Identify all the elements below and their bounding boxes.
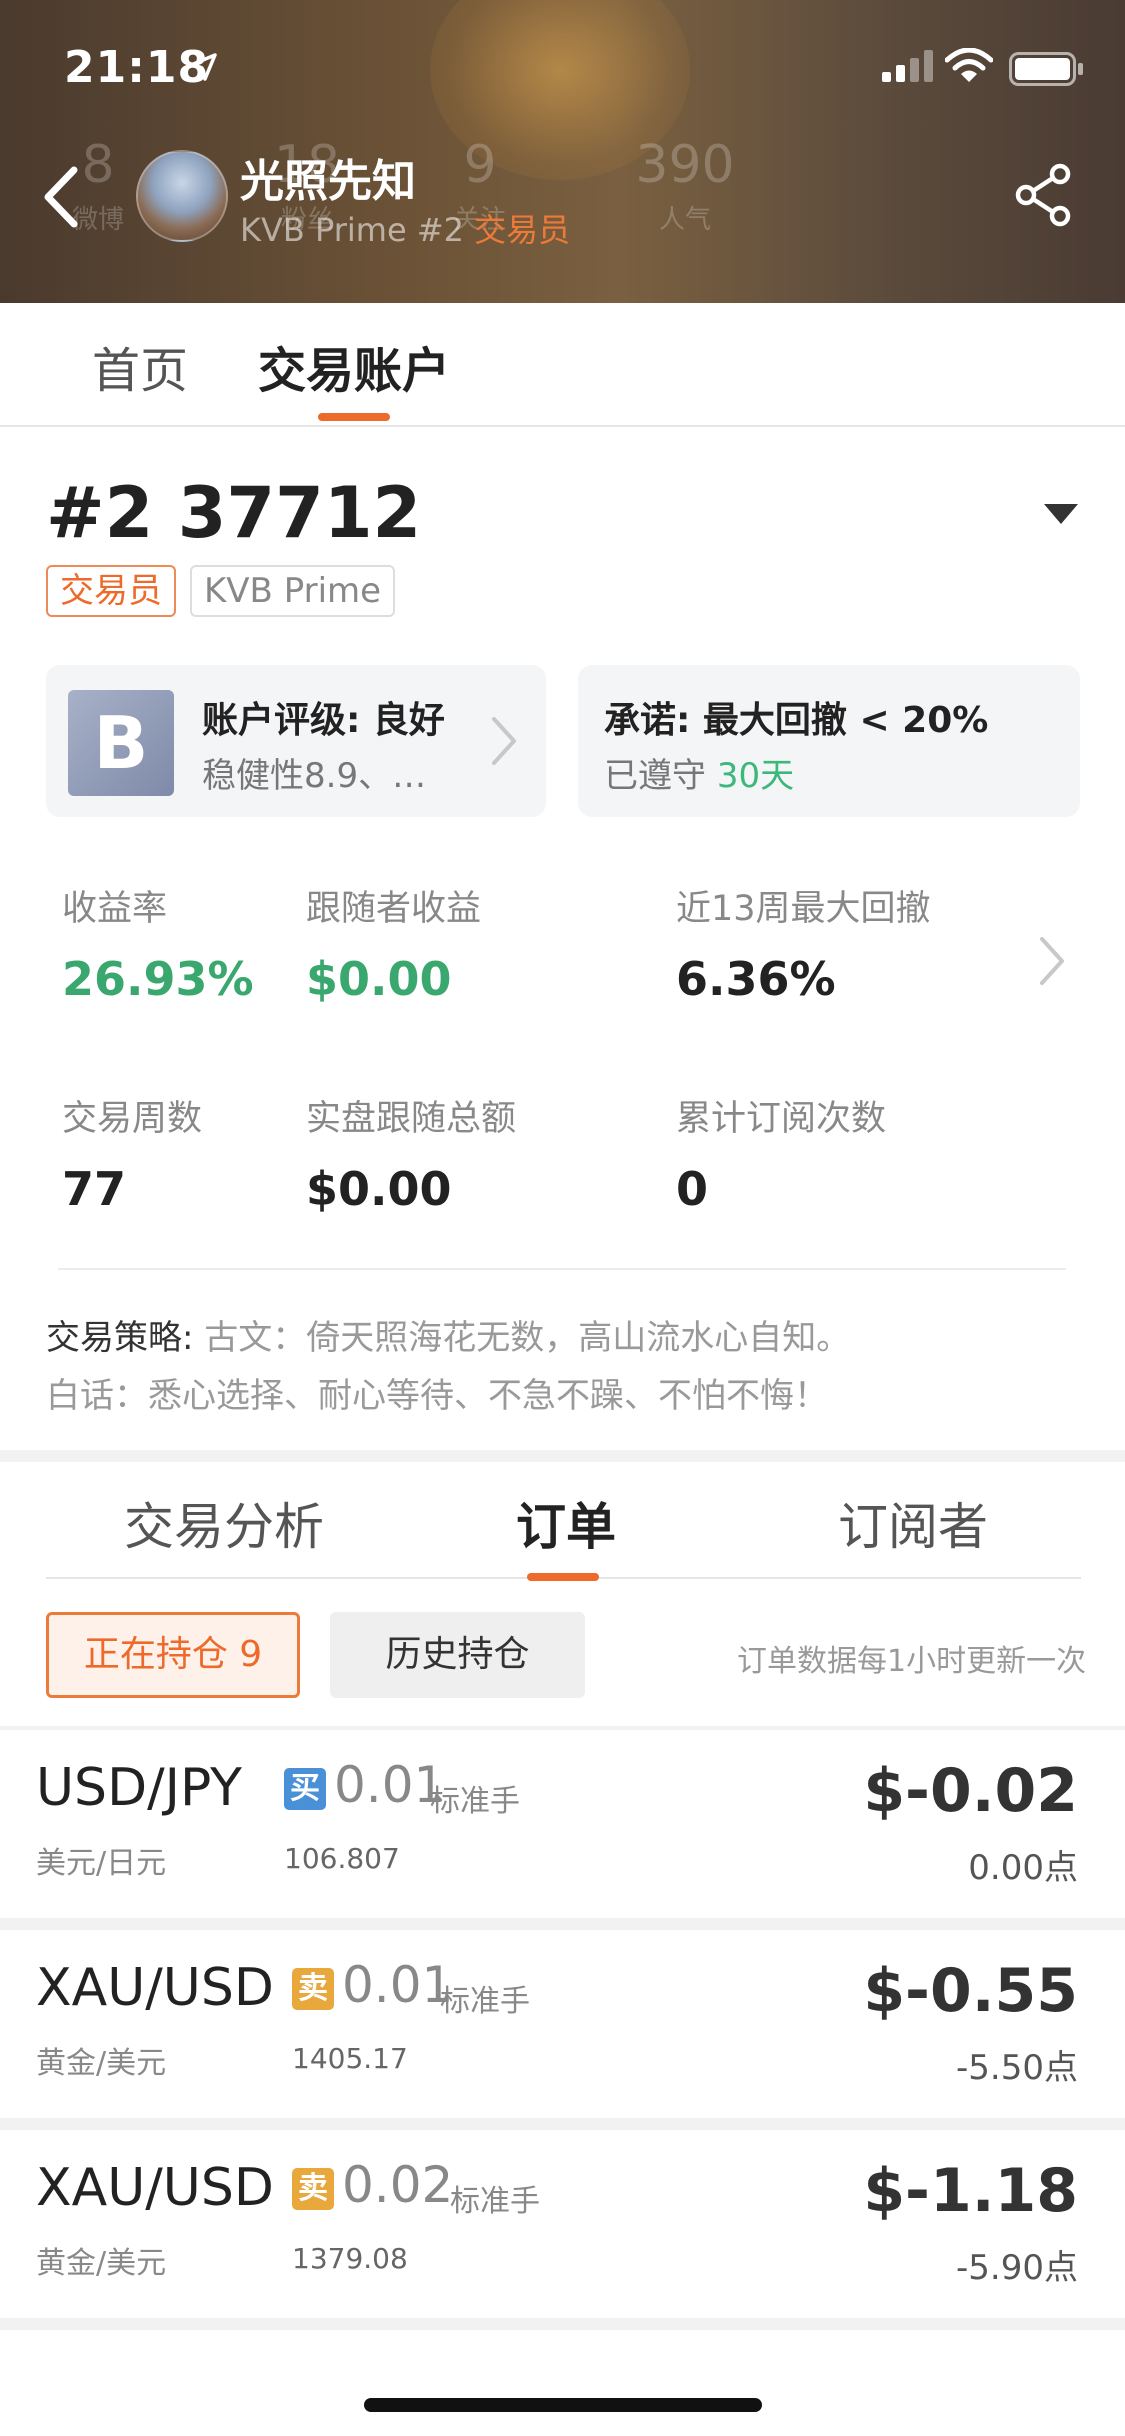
- location-arrow-icon: [189, 53, 217, 81]
- order-price: 1405.17: [292, 2042, 408, 2075]
- sell-badge: 卖: [292, 1968, 334, 2010]
- promise-subtitle: 已遵守 30天: [604, 756, 795, 796]
- order-price: 106.807: [284, 1842, 400, 1875]
- battery-icon: [1009, 52, 1083, 86]
- order-points: 0.00点: [968, 1848, 1078, 1888]
- order-row[interactable]: USD/JPY 美元/日元 买 0.01 标准手 106.807 $-0.02 …: [0, 1730, 1125, 1918]
- stat-label-subscriptions: 累计订阅次数: [676, 1099, 887, 1139]
- order-lots: 0.01: [334, 1756, 446, 1814]
- profile-name: 光照先知: [240, 156, 416, 207]
- bg-stat-popularity: 390 人气: [635, 135, 735, 235]
- stat-value-max-drawdown: 6.36%: [676, 952, 836, 1006]
- stat-value-trading-weeks: 77: [62, 1162, 127, 1216]
- order-pair: XAU/USD: [36, 1958, 274, 2018]
- order-pnl: $-1.18: [863, 2156, 1078, 2226]
- active-subtab-indicator: [527, 1573, 599, 1581]
- section-gap: [0, 1450, 1125, 1462]
- stat-value-follow-total: $0.00: [306, 1162, 452, 1216]
- order-pnl: $-0.02: [863, 1756, 1078, 1826]
- order-lots-unit: 标准手: [430, 1784, 520, 1819]
- rating-subtitle: 稳健性8.9、…: [202, 756, 427, 796]
- chevron-right-icon[interactable]: [1038, 935, 1066, 987]
- share-icon[interactable]: [1012, 162, 1076, 228]
- tab-home[interactable]: 首页: [92, 331, 188, 401]
- order-points: -5.90点: [956, 2248, 1078, 2288]
- signal-icon: [882, 50, 933, 82]
- rating-title: 账户评级: 良好: [202, 700, 445, 741]
- divider: [0, 2318, 1125, 2330]
- promise-title: 承诺: 最大回撤 < 20%: [604, 700, 989, 741]
- role-tag: 交易员: [46, 565, 176, 617]
- strategy-line-2: 白话：悉心选择、耐心等待、不急不躁、不怕不悔！: [46, 1376, 828, 1416]
- stat-label-trading-weeks: 交易周数: [62, 1099, 203, 1139]
- promise-card: 承诺: 最大回撤 < 20% 已遵守 30天: [578, 665, 1080, 817]
- caret-down-icon[interactable]: [1042, 502, 1080, 526]
- stat-value-return-rate: 26.93%: [62, 952, 254, 1006]
- stat-label-follow-total: 实盘跟随总额: [306, 1099, 517, 1139]
- open-positions-button[interactable]: 正在持仓 9: [46, 1612, 300, 1698]
- buy-badge: 买: [284, 1768, 326, 1810]
- broker-tag: KVB Prime: [190, 565, 396, 617]
- tab-trading-account[interactable]: 交易账户: [258, 331, 450, 401]
- order-lots: 0.02: [342, 2156, 454, 2214]
- avatar[interactable]: [136, 150, 228, 242]
- history-positions-button[interactable]: 历史持仓: [330, 1612, 585, 1698]
- account-rating-card[interactable]: B 账户评级: 良好 稳健性8.9、…: [46, 665, 546, 817]
- order-lots: 0.01: [342, 1956, 454, 2014]
- tab-subscribers[interactable]: 订阅者: [838, 1487, 988, 1559]
- order-row[interactable]: XAU/USD 黄金/美元 卖 0.02 标准手 1379.08 $-1.18 …: [0, 2130, 1125, 2318]
- status-bar: 21:18: [0, 0, 1125, 135]
- order-row[interactable]: XAU/USD 黄金/美元 卖 0.01 标准手 1405.17 $-0.55 …: [0, 1930, 1125, 2118]
- order-pair: XAU/USD: [36, 2158, 274, 2218]
- home-indicator[interactable]: [364, 2398, 762, 2412]
- order-pair-cn: 黄金/美元: [36, 2046, 167, 2081]
- order-pnl: $-0.55: [863, 1956, 1078, 2026]
- tab-orders[interactable]: 订单: [516, 1487, 616, 1559]
- stat-value-follower-profit: $0.00: [306, 952, 452, 1006]
- order-price: 1379.08: [292, 2242, 408, 2275]
- stat-label-return-rate: 收益率: [62, 889, 168, 929]
- profile-header: 8 微博 18 粉丝 9 关注 390 人气 21:18 光照先知 KVB Pr…: [0, 0, 1125, 303]
- order-pair: USD/JPY: [36, 1758, 242, 1818]
- stat-label-max-drawdown: 近13周最大回撤: [676, 889, 931, 929]
- profile-subtitle: KVB Prime #2 交易员: [240, 211, 571, 249]
- wifi-icon: [945, 48, 993, 82]
- divider: [0, 1918, 1125, 1930]
- top-tab-bar: 首页 交易账户: [0, 303, 1125, 427]
- stat-value-subscriptions: 0: [676, 1162, 709, 1216]
- update-note: 订单数据每1小时更新一次: [737, 1644, 1087, 1679]
- divider: [0, 2118, 1125, 2130]
- order-lots-unit: 标准手: [440, 1984, 530, 2019]
- order-pair-cn: 美元/日元: [36, 1846, 167, 1881]
- order-points: -5.50点: [956, 2048, 1078, 2088]
- strategy-line-1: 交易策略: 古文：倚天照海花无数，高山流水心自知。: [46, 1318, 851, 1358]
- rating-badge: B: [68, 690, 174, 796]
- account-number: #2 37712: [46, 472, 422, 554]
- order-pair-cn: 黄金/美元: [36, 2246, 167, 2281]
- tab-trade-analysis[interactable]: 交易分析: [124, 1487, 324, 1559]
- chevron-right-icon: [492, 717, 516, 765]
- divider: [58, 1268, 1066, 1270]
- back-icon[interactable]: [38, 162, 88, 232]
- active-tab-indicator: [318, 413, 390, 421]
- order-lots-unit: 标准手: [450, 2184, 540, 2219]
- sell-badge: 卖: [292, 2168, 334, 2210]
- stat-label-follower-profit: 跟随者收益: [306, 889, 482, 929]
